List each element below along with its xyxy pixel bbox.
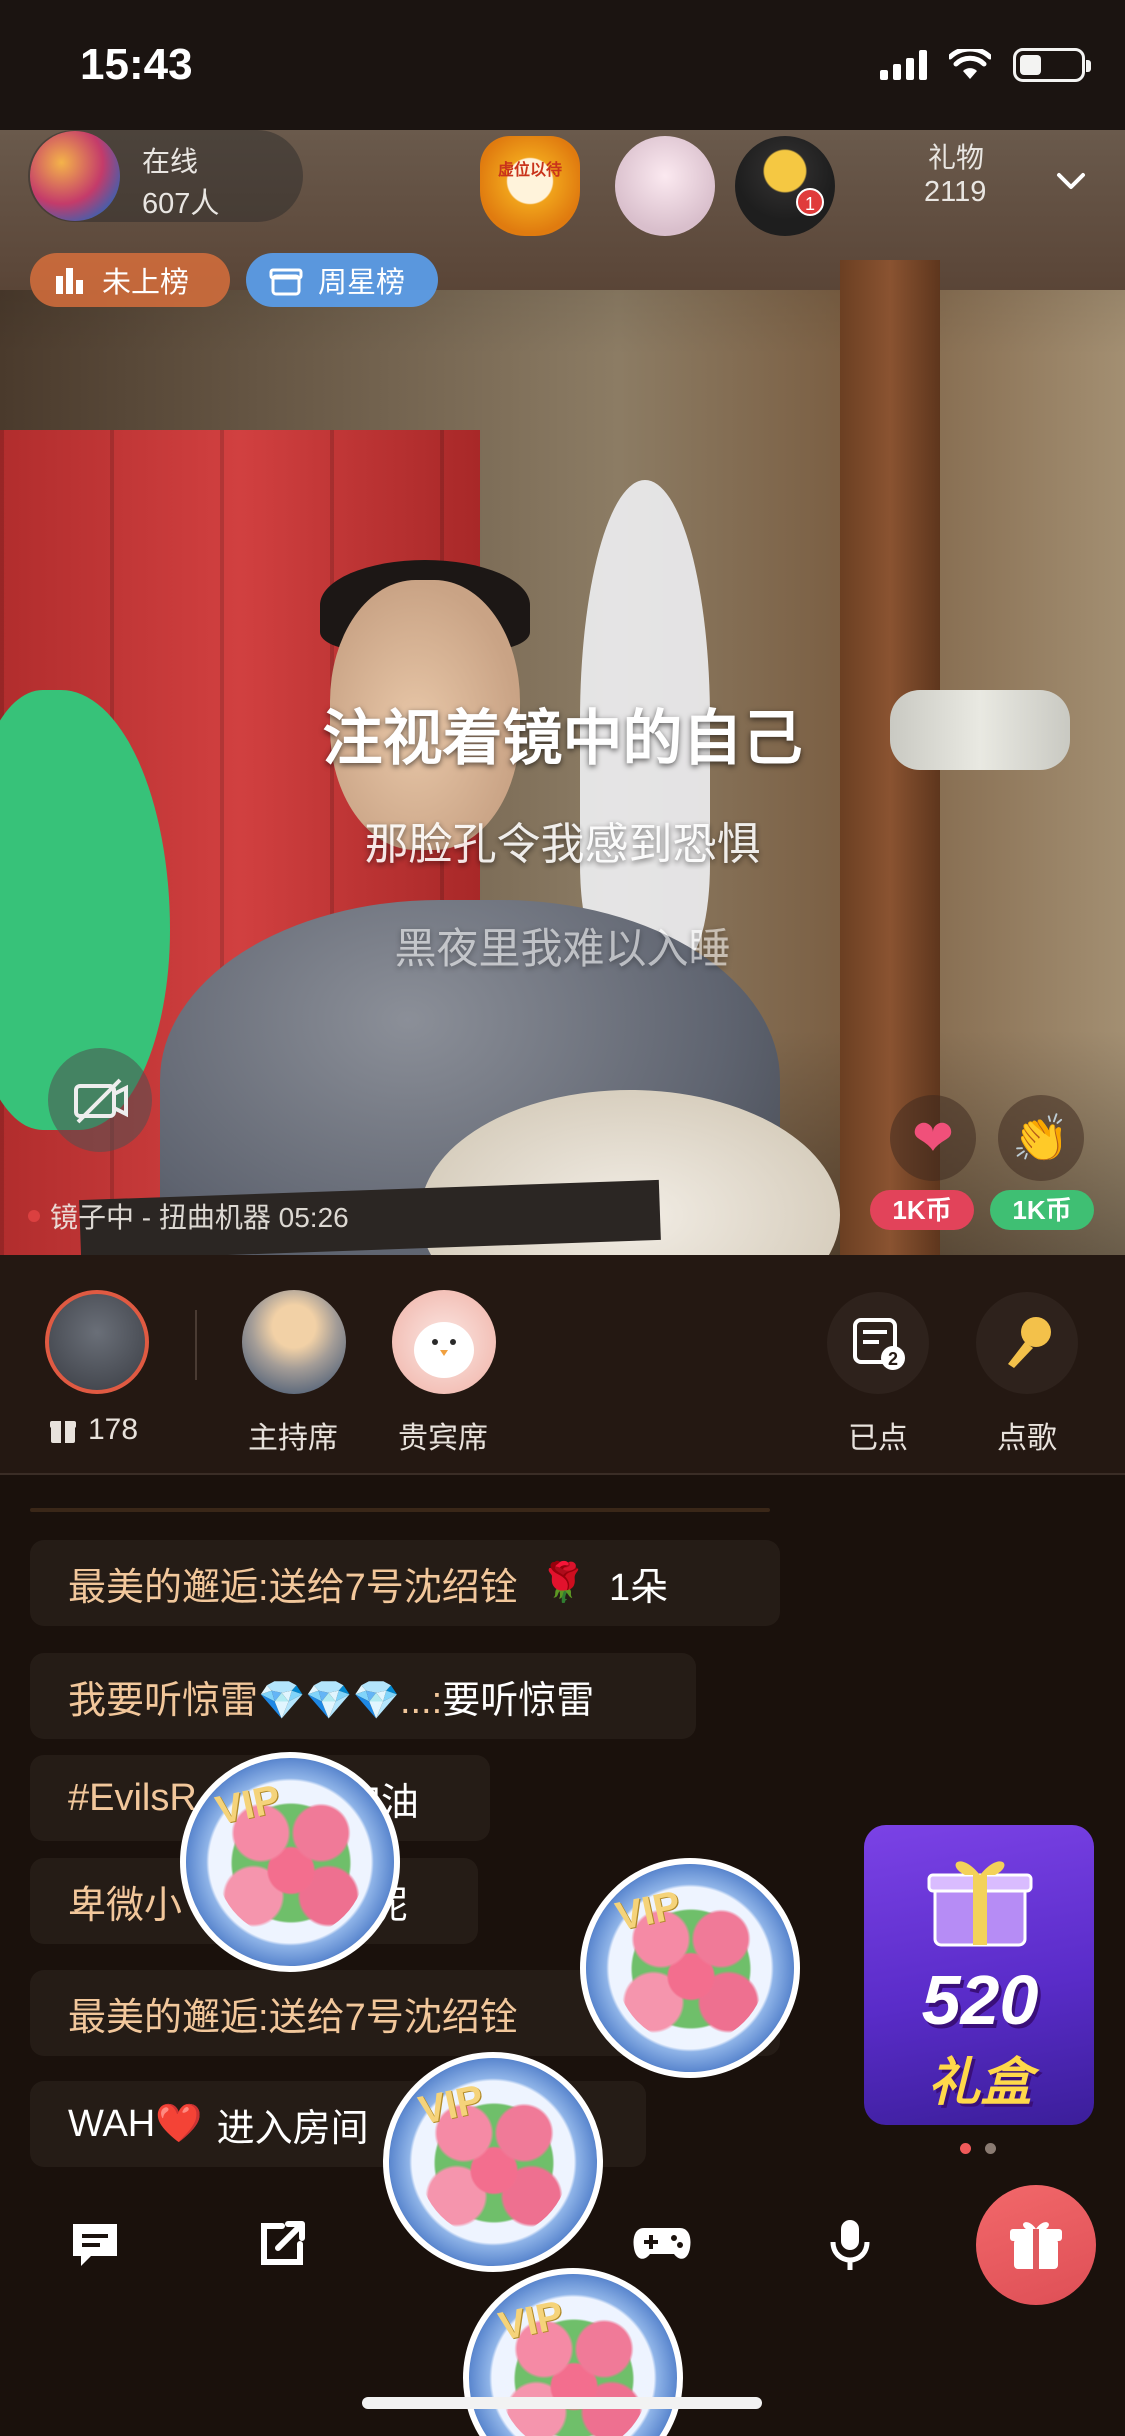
camera-off-icon [74,1078,128,1124]
playlist-icon: 2 [853,1318,905,1370]
microphone-icon [830,2220,870,2270]
top-contributor-avatar-2[interactable] [735,136,835,236]
gamepad-icon [633,2228,691,2259]
top-contributor-avatar-1[interactable] [615,136,715,236]
gift-icon [1010,2222,1062,2269]
status-bar: 15:43 [0,0,1125,130]
weekly-star-pill[interactable]: 周星榜 [246,253,438,307]
rose-icon: 🌹 [539,1562,588,1604]
vip-rose-sticker: VIP [463,2268,683,2436]
unranked-pill[interactable]: 未上榜 [30,253,230,307]
bar-chart-icon [56,268,83,294]
microphone-icon [1008,1317,1051,1368]
svg-text:2: 2 [888,1349,898,1369]
promo-page-dots[interactable] [960,2143,996,2154]
now-playing-text: 镜子中 - 扭曲机器 05:26 [50,1202,349,1233]
chat-button[interactable] [55,2204,135,2284]
room-avatar[interactable] [30,131,120,221]
bird-mascot-icon [414,1322,474,1378]
singer-seat-avatar[interactable] [45,1290,149,1394]
chat-bubble-icon [73,2224,117,2266]
now-playing[interactable]: 镜子中 - 扭曲机器 05:26 [28,1196,349,1236]
gift-icon [50,1421,76,1443]
battery-icon [1013,48,1091,82]
online-label: 在线 [142,146,199,177]
lyric-current: 注视着镜中的自己 [322,705,803,772]
microphone-button[interactable] [810,2204,890,2284]
request-song-button[interactable] [976,1292,1078,1394]
status-time: 15:43 [80,40,193,89]
gift-total-count: 2119 [924,176,987,208]
chat-message[interactable]: 我要听惊雷💎💎💎...: 要听惊雷 [30,1653,696,1739]
lyric-faded: 黑夜里我难以入睡 [394,925,731,972]
singer-gift-count: 178 [48,1413,138,1447]
weekly-star-label: 周星榜 [318,267,406,299]
vacant-seat-text: 虚位以待 [497,162,562,179]
rank-number-badge: 1 [796,188,824,216]
chevron-down-icon[interactable] [1053,163,1089,199]
vacant-seat-badge[interactable] [480,136,580,236]
online-count: 607人 [142,188,220,220]
lyric-next: 那脸孔令我感到恐惧 [364,820,761,869]
share-icon [261,2221,305,2265]
host-seat-label: 主持席 [248,1422,338,1455]
played-songs-button[interactable]: 2 [827,1292,929,1394]
heart-gift-price[interactable]: 1K币 [870,1190,974,1230]
host-seat-avatar[interactable] [242,1290,346,1394]
promo-subtitle: 礼盒 [927,2054,1032,2112]
status-icons [880,48,1091,82]
vip-seat-label: 贵宾席 [398,1422,488,1455]
clap-gift-icon[interactable]: 👏 [998,1095,1084,1181]
cellular-signal-icon [880,50,927,80]
send-gift-button[interactable] [976,2185,1096,2305]
request-song-label: 点歌 [997,1422,1057,1455]
clap-gift-price[interactable]: 1K币 [990,1190,1094,1230]
playing-dot-icon [28,1210,40,1222]
wifi-icon [949,49,991,79]
played-songs-label: 已点 [848,1422,908,1455]
gift-total-label: 礼物 [928,142,985,173]
unranked-label: 未上榜 [102,267,190,299]
vip-rose-sticker: VIP [580,1858,800,2078]
vip-rose-sticker: VIP [383,2052,603,2272]
seat-row [0,1255,1125,1475]
promo-title: 520 [921,1961,1039,2039]
gift-box-icon [927,1861,1033,1947]
home-indicator[interactable] [362,2397,762,2409]
share-button[interactable] [242,2204,322,2284]
heart-gift-icon[interactable]: ❤ [890,1095,976,1181]
vip-seat-avatar[interactable] [392,1290,496,1394]
gift-box-icon [269,268,303,296]
chat-message[interactable]: 最美的邂逅: 送给7号沈绍铨 🌹 1朵 [30,1540,780,1626]
camera-off-button[interactable] [48,1048,152,1152]
game-button[interactable] [622,2204,702,2284]
vip-rose-sticker: VIP [180,1752,400,1972]
